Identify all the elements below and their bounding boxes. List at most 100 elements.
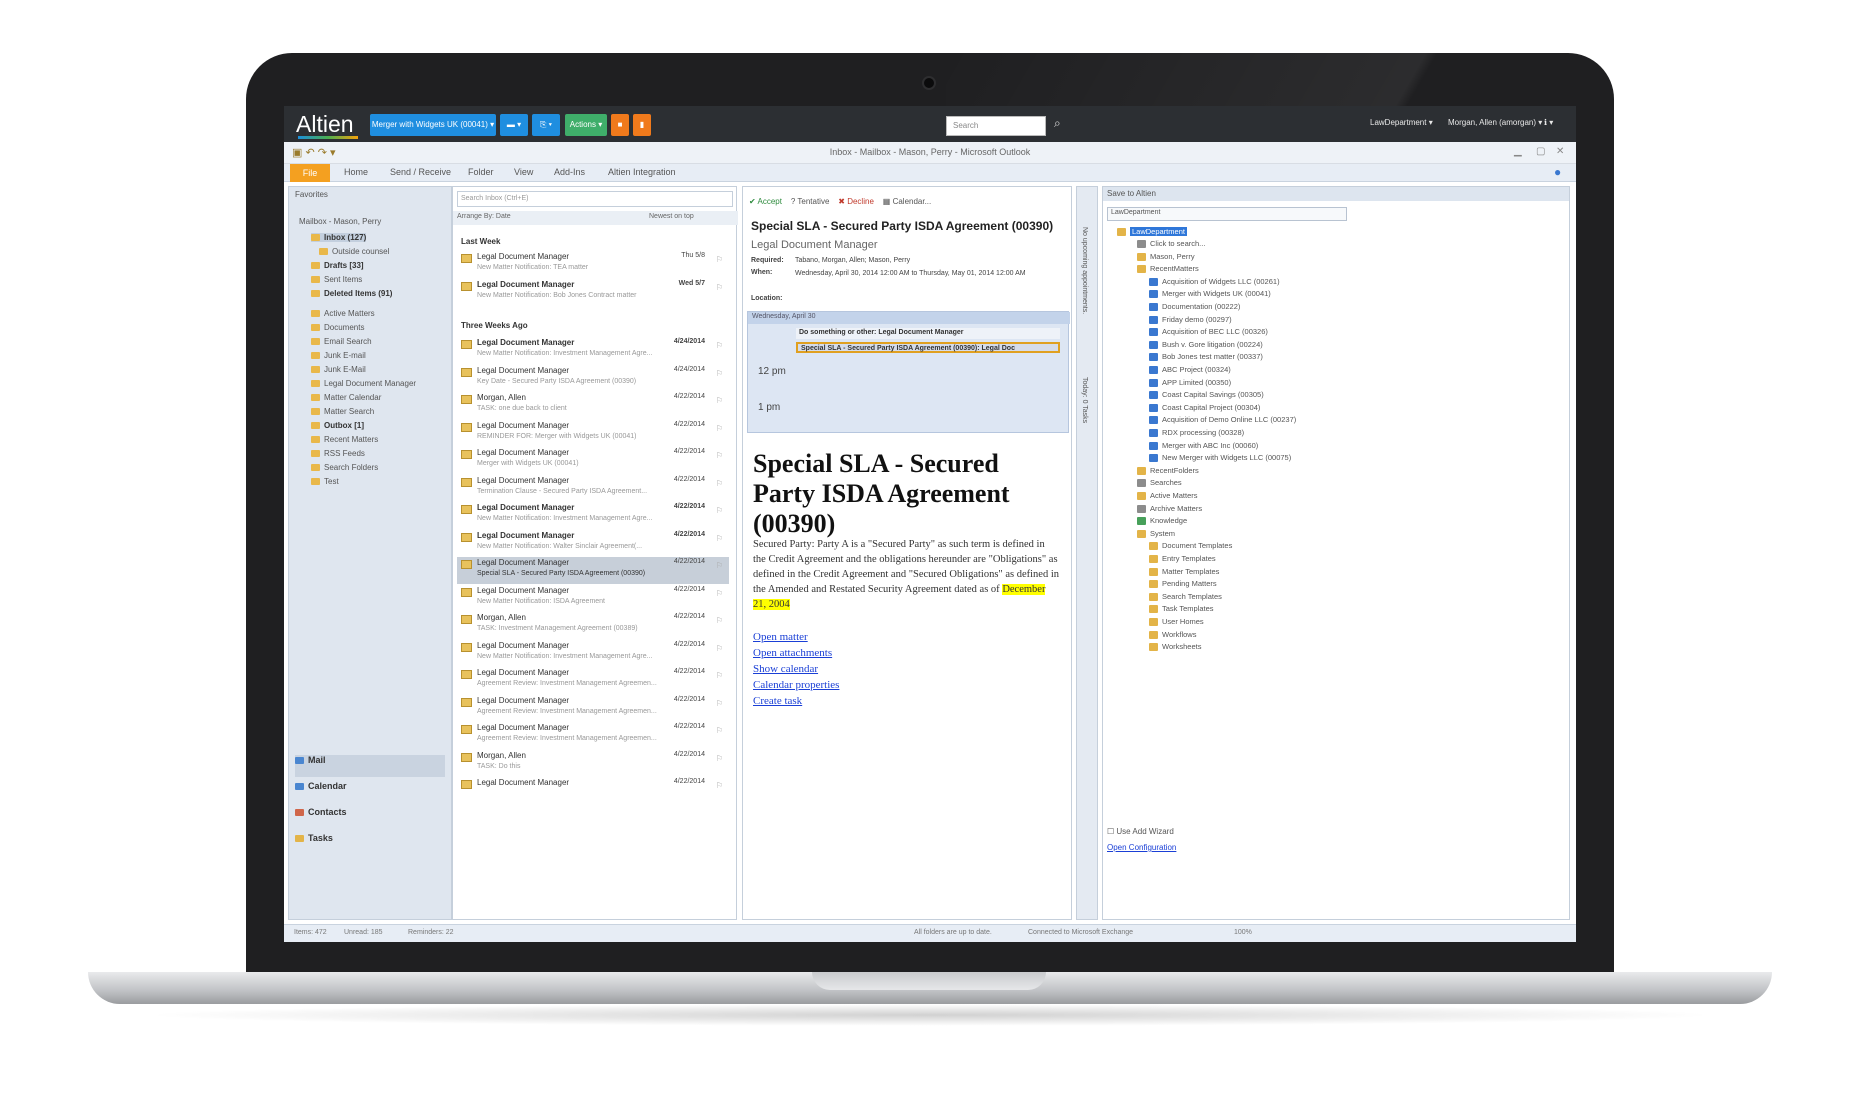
- inbox-search-input[interactable]: Search Inbox (Ctrl+E): [457, 191, 733, 207]
- tree-node[interactable]: Coast Capital Project (00304): [1149, 403, 1260, 412]
- nav-folder[interactable]: Junk E-Mail: [311, 365, 366, 374]
- tab-folder[interactable]: Folder: [468, 167, 494, 177]
- nav-mail[interactable]: Mail: [295, 755, 445, 777]
- tree-node[interactable]: Acquisition of BEC LLC (00326): [1149, 327, 1268, 337]
- tree-node[interactable]: Coast Capital Savings (00305): [1149, 390, 1264, 400]
- appointment-1[interactable]: Do something or other: Legal Document Ma…: [796, 328, 1060, 339]
- actions-button[interactable]: Actions ▾: [565, 114, 607, 136]
- matter-button[interactable]: Merger with Widgets UK (00041) ▾: [370, 114, 496, 136]
- search-icon[interactable]: ⌕: [1054, 116, 1070, 134]
- tab-altien-integration[interactable]: Altien Integration: [608, 167, 676, 177]
- flag-icon[interactable]: ⚐: [716, 506, 723, 515]
- sort-order[interactable]: Newest on top: [649, 213, 694, 220]
- mailbox-header[interactable]: Mailbox - Mason, Perry: [299, 217, 381, 226]
- calendar-preview[interactable]: Wednesday, April 30 Do something or othe…: [747, 311, 1070, 433]
- tree-node[interactable]: RDX processing (00328): [1149, 428, 1244, 438]
- tree-node[interactable]: Merger with Widgets UK (00041): [1149, 289, 1271, 299]
- status-reminders[interactable]: Reminders: 22: [408, 929, 454, 936]
- flag-icon[interactable]: ⚐: [716, 781, 723, 790]
- flag-icon[interactable]: ⚐: [716, 283, 723, 292]
- mail-item[interactable]: Morgan, Allen 4/22/2014 TASK: Do this ⚐: [457, 750, 729, 777]
- minimize-icon[interactable]: ▁: [1514, 146, 1522, 157]
- flag-icon[interactable]: ⚐: [716, 699, 723, 708]
- mail-item[interactable]: Legal Document Manager 4/22/2014 ⚐: [457, 777, 729, 804]
- mail-item[interactable]: Legal Document Manager Thu 5/8 New Matter …: [457, 251, 729, 278]
- tab-send-receive[interactable]: Send / Receive: [390, 167, 451, 177]
- tree-node[interactable]: Bush v. Gore litigation (00224): [1149, 340, 1263, 349]
- tab-view[interactable]: View: [514, 167, 533, 177]
- show-calendar-link[interactable]: Show calendar: [753, 661, 839, 677]
- flag-icon[interactable]: ⚐: [716, 726, 723, 735]
- status-zoom[interactable]: 100%: [1234, 929, 1252, 936]
- flag-icon[interactable]: ⚐: [716, 589, 723, 598]
- nav-folder[interactable]: Sent Items: [311, 275, 362, 284]
- tree-node[interactable]: Documentation (00222): [1149, 302, 1240, 312]
- accept-button[interactable]: ✔ Accept: [749, 197, 782, 206]
- mail-item[interactable]: Legal Document Manager 4/22/2014 New Matte…: [457, 585, 729, 612]
- mail-item[interactable]: Legal Document Manager 4/24/2014 New Matte…: [457, 337, 729, 364]
- tree-node[interactable]: Acquisition of Demo Online LLC (00237): [1149, 415, 1296, 425]
- folder-icon[interactable]: ▬ ▾: [500, 114, 528, 136]
- tree-node[interactable]: ABC Project (00324): [1149, 365, 1231, 375]
- tree-node[interactable]: Worksheets: [1149, 642, 1201, 652]
- mail-item[interactable]: Legal Document Manager 4/24/2014 Key Date …: [457, 365, 729, 392]
- user-menu[interactable]: Morgan, Allen (amorgan) ▾: [1448, 118, 1542, 127]
- create-task-link[interactable]: Create task: [753, 693, 839, 709]
- tree-node[interactable]: Click to search...: [1137, 239, 1205, 249]
- close-icon[interactable]: ✕: [1556, 146, 1564, 157]
- tab-add-ins[interactable]: Add-Ins: [554, 167, 585, 177]
- maximize-icon[interactable]: ▢: [1536, 146, 1545, 157]
- tree-node[interactable]: Friday demo (00297): [1149, 315, 1232, 324]
- flag-icon[interactable]: ⚐: [716, 534, 723, 543]
- tree-node[interactable]: Pending Matters: [1149, 579, 1217, 589]
- mail-item[interactable]: Legal Document Manager 4/22/2014 REMINDER …: [457, 420, 729, 447]
- nav-folder[interactable]: Recent Matters: [311, 435, 378, 444]
- info-icon[interactable]: ℹ ▾: [1544, 118, 1553, 127]
- nav-folder[interactable]: Outbox [1]: [311, 421, 364, 430]
- nav-folder[interactable]: Documents: [311, 323, 364, 332]
- flag-icon[interactable]: ⚐: [716, 369, 723, 378]
- mail-item[interactable]: Legal Document Manager 4/22/2014 Agreement…: [457, 722, 729, 749]
- nav-folder[interactable]: Matter Calendar: [311, 393, 381, 402]
- document-icon[interactable]: ▮: [633, 114, 651, 136]
- flag-icon[interactable]: ⚐: [716, 644, 723, 653]
- decline-button[interactable]: ✖ Decline: [838, 197, 874, 206]
- tab-file[interactable]: File: [290, 164, 330, 182]
- nav-folder[interactable]: Test: [311, 477, 339, 486]
- flag-icon[interactable]: ⚐: [716, 671, 723, 680]
- group-last-week[interactable]: Last Week: [461, 237, 500, 246]
- nav-tasks[interactable]: Tasks: [295, 833, 445, 855]
- nav-folder[interactable]: Matter Search: [311, 407, 374, 416]
- flag-icon[interactable]: ⚐: [716, 396, 723, 405]
- nav-folder[interactable]: Deleted Items (91): [311, 289, 392, 298]
- workspace-menu[interactable]: LawDepartment ▾: [1370, 118, 1433, 127]
- mail-item[interactable]: Legal Document Manager Wed 5/7 New Matter …: [457, 279, 729, 306]
- nav-calendar[interactable]: Calendar: [295, 781, 445, 803]
- tree-node[interactable]: Archive Matters: [1137, 504, 1202, 513]
- open-attachments-link[interactable]: Open attachments: [753, 645, 839, 661]
- copy-icon[interactable]: ⎘ ▾: [532, 114, 560, 136]
- nav-contacts[interactable]: Contacts: [295, 807, 445, 829]
- tree-node[interactable]: Bob Jones test matter (00337): [1149, 352, 1263, 362]
- mail-item[interactable]: Morgan, Allen 4/22/2014 TASK: one due back…: [457, 392, 729, 419]
- mail-item[interactable]: Legal Document Manager 4/22/2014 Merger wi…: [457, 447, 729, 474]
- tree-node[interactable]: New Merger with Widgets LLC (00075): [1149, 453, 1291, 463]
- arrange-by[interactable]: Arrange By: Date: [457, 213, 511, 220]
- nav-folder[interactable]: RSS Feeds: [311, 449, 365, 458]
- help-icon[interactable]: ●: [1554, 165, 1561, 179]
- tree-node[interactable]: Merger with ABC Inc (00060): [1149, 441, 1258, 450]
- flag-icon[interactable]: ⚐: [716, 561, 723, 570]
- tree-node[interactable]: Acquisition of Widgets LLC (00261): [1149, 277, 1280, 286]
- briefcase-icon[interactable]: ■: [611, 114, 629, 136]
- tree-node[interactable]: User Homes: [1149, 617, 1204, 627]
- nav-folder[interactable]: Outside counsel: [319, 247, 389, 256]
- mail-item[interactable]: Legal Document Manager 4/22/2014 Terminati…: [457, 475, 729, 502]
- tree-node[interactable]: Entry Templates: [1149, 554, 1216, 564]
- nav-folder[interactable]: Active Matters: [311, 309, 375, 318]
- tentative-button[interactable]: ? Tentative: [791, 197, 830, 206]
- mail-item[interactable]: Legal Document Manager 4/22/2014 New Matte…: [457, 530, 729, 557]
- appointment-2[interactable]: Special SLA - Secured Party ISDA Agreeme…: [796, 342, 1060, 353]
- flag-icon[interactable]: ⚐: [716, 754, 723, 763]
- open-configuration-link[interactable]: Open Configuration: [1107, 843, 1176, 852]
- tree-node[interactable]: Mason, Perry: [1137, 252, 1195, 261]
